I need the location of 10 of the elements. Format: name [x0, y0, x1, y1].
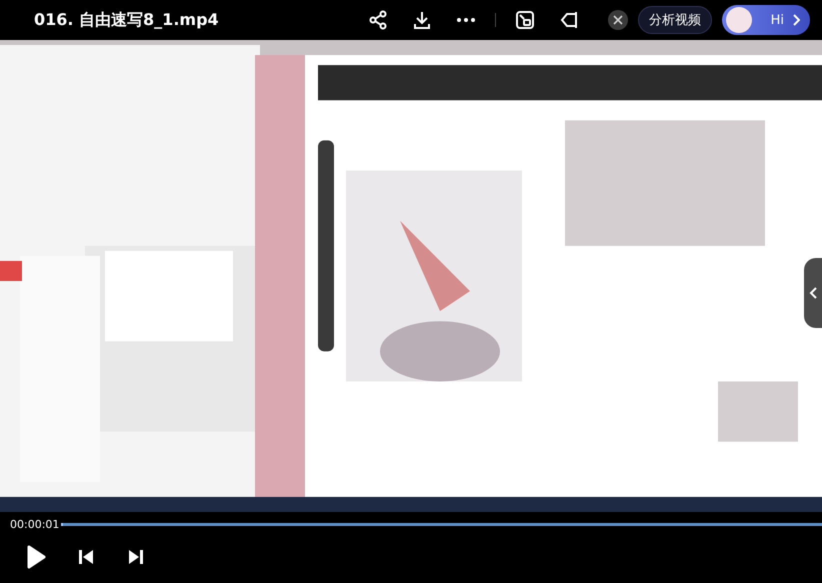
current-time: 00:00:01 [10, 518, 60, 531]
avatar-icon [726, 7, 752, 33]
analyze-video-button[interactable]: 分析视频 [638, 6, 712, 34]
chevron-left-icon [809, 287, 817, 299]
collapse-panel-button[interactable] [804, 258, 822, 328]
assistant-button[interactable]: Hi [722, 5, 810, 35]
close-icon [613, 15, 623, 25]
close-button[interactable] [608, 10, 628, 30]
video-title: 016. 自由速写8_1.mp4 [34, 10, 220, 30]
chevron-right-icon [792, 14, 800, 26]
